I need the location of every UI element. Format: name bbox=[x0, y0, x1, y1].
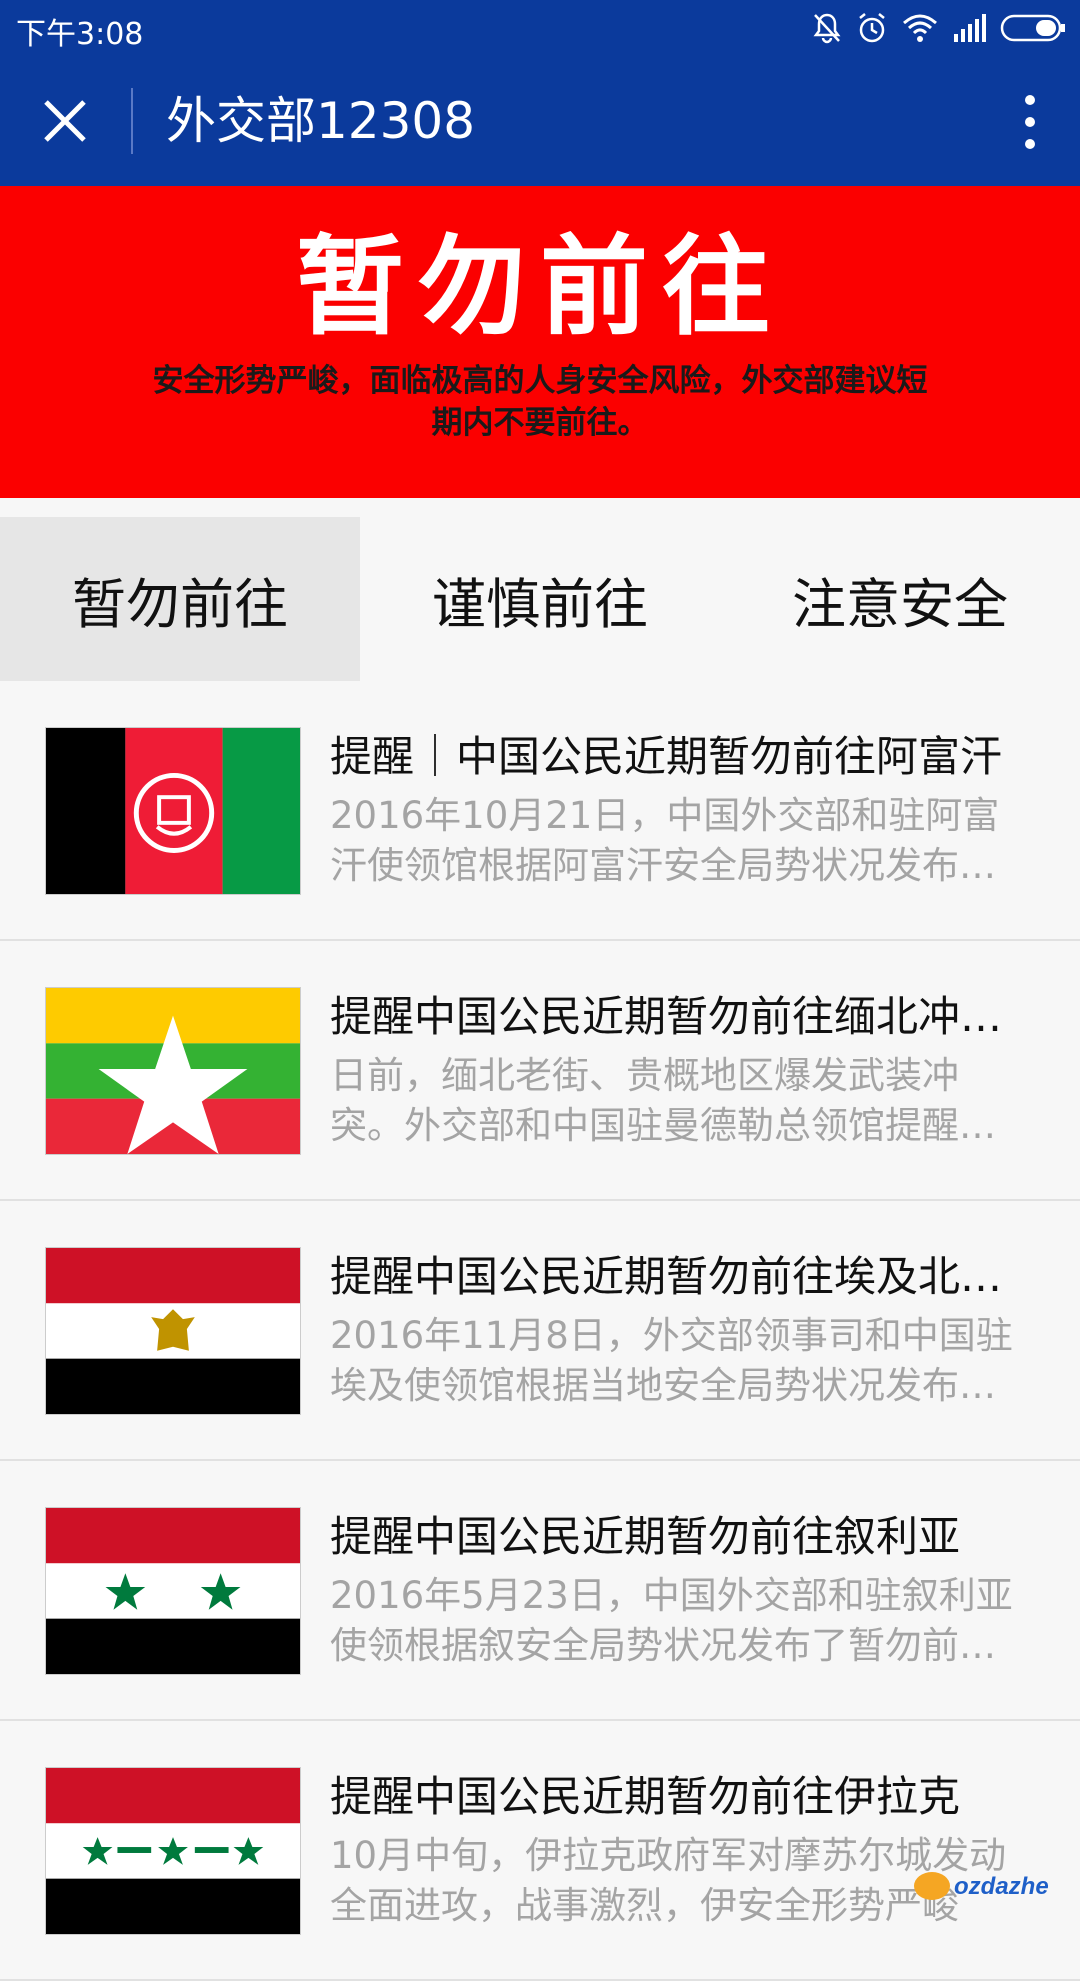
myanmar-flag bbox=[45, 987, 301, 1155]
tab-travel-with-caution[interactable]: 谨慎前往 bbox=[360, 517, 720, 681]
banner-description: 安全形势严峻，面临极高的人身安全风险，外交部建议短期内不要前往。 bbox=[152, 363, 928, 441]
close-icon[interactable] bbox=[40, 96, 90, 146]
item-title: 提醒中国公民近期暂勿前往埃及北西奈 bbox=[330, 1252, 1030, 1301]
signal-icon bbox=[954, 14, 986, 42]
syria-flag bbox=[45, 1507, 301, 1675]
warning-banner: 暂勿前往 安全形势严峻，面临极高的人身安全风险，外交部建议短期内不要前往。 bbox=[0, 186, 1080, 498]
tab-do-not-travel[interactable]: 暂勿前往 bbox=[0, 517, 360, 681]
item-title: 提醒中国公民近期暂勿前往叙利亚 bbox=[330, 1512, 961, 1561]
alarm-icon bbox=[859, 13, 885, 43]
page-title: 外交部12308 bbox=[166, 92, 476, 150]
title-divider bbox=[131, 88, 133, 154]
list-item[interactable]: 提醒中国公民近期暂勿前往伊拉克 10月中旬，伊拉克政府军对摩苏尔城发动全面进攻，… bbox=[0, 1721, 1080, 1981]
notifications-off-icon bbox=[813, 13, 841, 44]
list-item[interactable]: 提醒中国公民近期暂勿前往埃及北西奈 2016年11月8日，外交部领事司和中国驻埃… bbox=[0, 1201, 1080, 1461]
battery-icon bbox=[1000, 14, 1065, 42]
item-summary: 2016年10月21日，中国外交部和驻阿富汗使领馆根据阿富汗安全局势状况发布了暂… bbox=[330, 794, 1000, 887]
title-bar: 外交部12308 bbox=[0, 56, 1080, 186]
status-time: 下午3:08 bbox=[16, 17, 144, 52]
tab-stay-safe[interactable]: 注意安全 bbox=[720, 517, 1080, 681]
list-item[interactable]: 提醒｜中国公民近期暂勿前往阿富汗 2016年10月21日，中国外交部和驻阿富汗使… bbox=[0, 681, 1080, 941]
status-icons bbox=[812, 10, 1066, 46]
item-title: 提醒中国公民近期暂勿前往缅北冲突地区 bbox=[330, 992, 1030, 1041]
afghanistan-flag bbox=[45, 727, 301, 895]
status-bar: 下午3:08 bbox=[0, 0, 1080, 56]
iraq-flag bbox=[45, 1767, 301, 1935]
banner-headline: 暂勿前往 bbox=[295, 225, 784, 350]
item-summary: 2016年5月23日，中国外交部和驻叙利亚使领根据叙安全局势状况发布了暂勿前往提… bbox=[330, 1574, 1013, 1667]
svg-text:ozdazhe: ozdazhe bbox=[954, 1873, 1049, 1900]
level-tabs: 暂勿前往 谨慎前往 注意安全 bbox=[0, 517, 1080, 681]
wifi-icon bbox=[903, 14, 937, 42]
item-title: 提醒｜中国公民近期暂勿前往阿富汗 bbox=[330, 732, 1003, 781]
item-title: 提醒中国公民近期暂勿前往伊拉克 bbox=[330, 1772, 961, 1821]
item-summary: 2016年11月8日，外交部领事司和中国驻埃及使领馆根据当地安全局势状况发布了提… bbox=[330, 1314, 1013, 1407]
site-watermark-logo: ozdazhe bbox=[914, 1872, 1049, 1900]
item-summary: 日前，缅北老街、贵概地区爆发武装冲突。外交部和中国驻曼德勒总领馆提醒中国公民 bbox=[330, 1054, 996, 1147]
list-item[interactable]: 提醒中国公民近期暂勿前往缅北冲突地区 日前，缅北老街、贵概地区爆发武装冲突。外交… bbox=[0, 941, 1080, 1201]
egypt-flag bbox=[45, 1247, 301, 1415]
more-menu-icon[interactable] bbox=[1020, 94, 1040, 150]
list-item[interactable]: 提醒中国公民近期暂勿前往叙利亚 2016年5月23日，中国外交部和驻叙利亚使领根… bbox=[0, 1461, 1080, 1721]
advisory-list: 提醒｜中国公民近期暂勿前往阿富汗 2016年10月21日，中国外交部和驻阿富汗使… bbox=[0, 681, 1080, 1981]
